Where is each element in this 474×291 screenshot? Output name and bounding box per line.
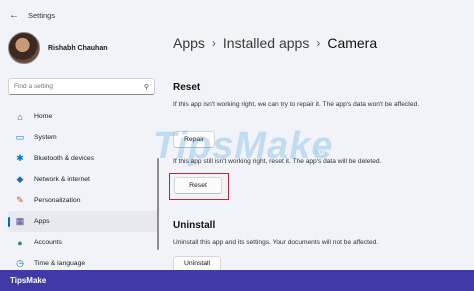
sidebar: Rishabh Chauhan ⚲ ⌂ Home ▭ System ✱ Bluetooth…: [0, 30, 160, 270]
sidebar-item-personalization[interactable]: ✎ Personalization: [8, 190, 158, 211]
title-bar: ← Settings: [0, 0, 474, 30]
reset-button[interactable]: Reset: [174, 177, 222, 194]
sidebar-item-label: Bluetooth & devices: [34, 155, 95, 162]
monitor-icon: ▭: [15, 132, 25, 142]
globe-clock-icon: ◷: [16, 258, 24, 268]
sidebar-item-label: Personalization: [34, 197, 81, 204]
user-profile[interactable]: Rishabh Chauhan: [0, 30, 160, 66]
avatar: [8, 32, 40, 64]
sidebar-item-label: Home: [34, 113, 53, 120]
reset-heading: Reset: [173, 82, 201, 93]
main-content: Apps › Installed apps › Camera Reset If …: [153, 30, 463, 270]
back-arrow-icon[interactable]: ←: [4, 5, 24, 25]
search-icon[interactable]: ⚲: [144, 83, 149, 91]
wifi-icon: ◆: [16, 174, 24, 184]
repair-description: If this app isn't working right, we can …: [173, 101, 420, 108]
sidebar-item-label: System: [34, 134, 57, 141]
profile-name: Rishabh Chauhan: [48, 44, 108, 52]
breadcrumb-separator: ›: [316, 36, 321, 50]
uninstall-button[interactable]: Uninstall: [173, 256, 222, 270]
brush-icon: ✎: [16, 195, 24, 205]
search-input[interactable]: [14, 83, 144, 90]
app-title: Settings: [28, 10, 56, 20]
sidebar-item-label: Accounts: [34, 239, 62, 246]
breadcrumb-apps[interactable]: Apps: [173, 35, 205, 51]
settings-window: ← Settings Rishabh Chauhan ⚲ ⌂ Home ▭ Syste…: [0, 0, 474, 270]
sidebar-item-label: Time & language: [34, 260, 86, 267]
home-icon: ⌂: [17, 111, 23, 122]
footer-brand: TipsMake: [10, 276, 47, 285]
sidebar-item-bluetooth-devices[interactable]: ✱ Bluetooth & devices: [8, 148, 158, 169]
sidebar-item-label: Apps: [34, 218, 50, 225]
sidebar-item-system[interactable]: ▭ System: [8, 127, 158, 148]
breadcrumb: Apps › Installed apps › Camera: [173, 30, 463, 56]
bluetooth-icon: ✱: [16, 153, 24, 163]
sidebar-nav: ⌂ Home ▭ System ✱ Bluetooth & devices ◆ Network…: [8, 106, 158, 274]
apps-icon: ▦: [15, 216, 25, 226]
reset-description: If this app still isn't working right, r…: [173, 158, 382, 165]
sidebar-item-accounts[interactable]: ● Accounts: [8, 232, 158, 253]
uninstall-description: Uninstall this app and its settings. You…: [173, 239, 379, 246]
sidebar-item-label: Network & internet: [34, 176, 90, 183]
watermark-suffix: .com: [313, 150, 327, 156]
sidebar-item-apps[interactable]: ▦ Apps: [8, 211, 158, 232]
uninstall-heading: Uninstall: [173, 220, 216, 231]
sidebar-scrollbar[interactable]: [157, 158, 159, 250]
footer-bar: TipsMake: [0, 270, 474, 291]
breadcrumb-separator: ›: [211, 36, 216, 50]
sidebar-item-network-internet[interactable]: ◆ Network & internet: [8, 169, 158, 190]
search-box[interactable]: ⚲: [8, 78, 155, 95]
breadcrumb-installed-apps[interactable]: Installed apps: [223, 35, 309, 51]
person-icon: ●: [17, 237, 23, 248]
page-title: Camera: [327, 35, 378, 51]
sidebar-item-home[interactable]: ⌂ Home: [8, 106, 158, 127]
